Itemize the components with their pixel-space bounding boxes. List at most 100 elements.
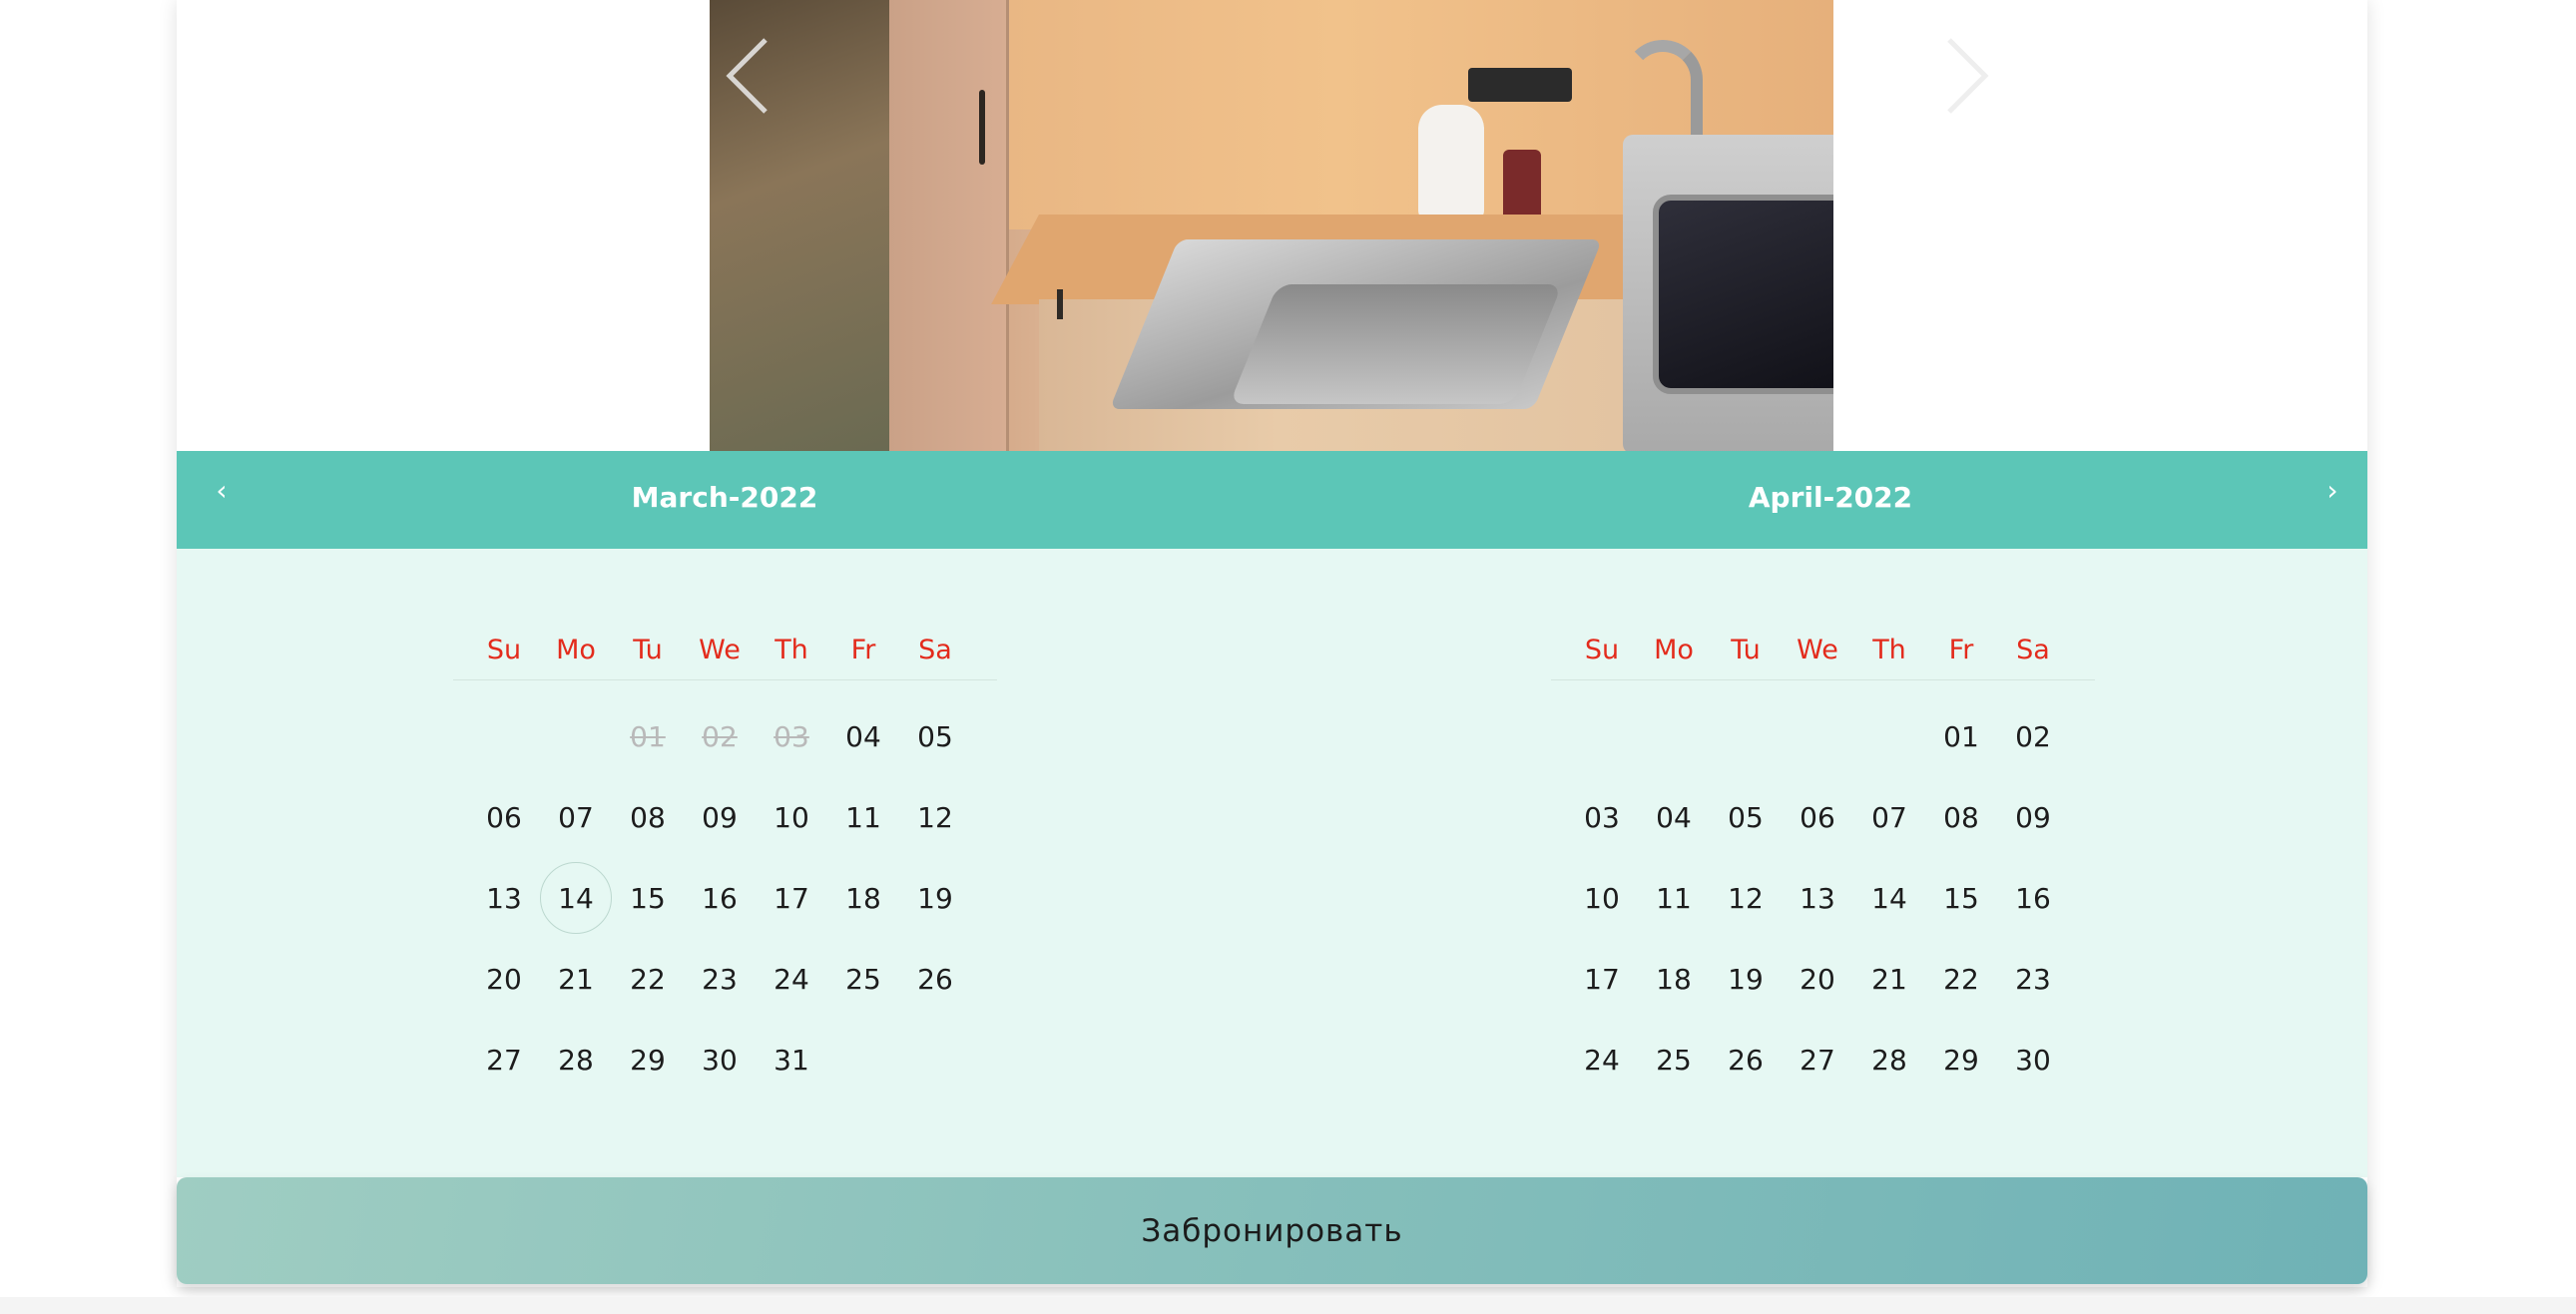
calendar-day[interactable]: 21 <box>1853 943 1925 1015</box>
calendar-day[interactable]: 23 <box>1997 943 2069 1015</box>
calendar-day[interactable]: 28 <box>540 1024 612 1095</box>
calendar-day: 02 <box>702 719 738 753</box>
week-row: 27 28 29 30 31 <box>453 1024 997 1104</box>
calendar-day[interactable]: 12 <box>899 781 971 853</box>
month-grid-march: Su Mo Tu We Th Fr Sa 01 02 03 04 05 06 07 08 09 10 11 12 13… <box>453 629 997 1104</box>
empty-day-cell <box>827 1024 899 1095</box>
chevron-left-icon <box>726 38 768 114</box>
calendar-day[interactable]: 10 <box>756 781 827 853</box>
slider-prev-button[interactable] <box>720 34 777 118</box>
calendar-day[interactable]: 26 <box>1710 1024 1782 1095</box>
calendar-day[interactable]: 25 <box>827 943 899 1015</box>
calendar-day[interactable]: 24 <box>1566 1024 1638 1095</box>
month-title: March-2022 <box>631 481 818 514</box>
calendar-day[interactable]: 17 <box>756 862 827 934</box>
calendar-day[interactable]: 19 <box>899 862 971 934</box>
calendar-day[interactable]: 02 <box>1997 700 2069 772</box>
calendar-prev-button[interactable]: ‹ <box>202 471 242 511</box>
weekday-label: Fr <box>850 635 876 665</box>
calendar-day: 01 <box>630 719 666 753</box>
calendar-day[interactable]: 04 <box>1638 781 1710 853</box>
calendar-day[interactable]: 14 <box>1853 862 1925 934</box>
week-row: 24 25 26 27 28 29 30 <box>1551 1024 2095 1104</box>
calendar-day[interactable]: 09 <box>684 781 756 853</box>
calendar-day[interactable]: 07 <box>1853 781 1925 853</box>
week-row: 13 14 15 16 17 18 19 <box>453 862 997 943</box>
weekday-label: Mo <box>556 635 596 665</box>
calendar-day[interactable]: 31 <box>756 1024 827 1095</box>
calendar-day[interactable]: 12 <box>1710 862 1782 934</box>
calendar-day[interactable]: 24 <box>756 943 827 1015</box>
calendar-next-button[interactable]: › <box>2313 471 2352 511</box>
page-bottom-edge <box>0 1297 2576 1314</box>
weekday-header-row: Su Mo Tu We Th Fr Sa <box>1551 629 2095 680</box>
calendar-day[interactable]: 16 <box>684 862 756 934</box>
calendar-day[interactable]: 14 <box>540 862 612 934</box>
calendar-day[interactable]: 21 <box>540 943 612 1015</box>
calendar-day[interactable]: 05 <box>1710 781 1782 853</box>
calendar-day[interactable]: 27 <box>468 1024 540 1095</box>
empty-day-cell <box>1638 700 1710 772</box>
calendar-day[interactable]: 28 <box>1853 1024 1925 1095</box>
slider-next-button[interactable] <box>1937 34 1995 118</box>
weekday-label: Fr <box>1948 635 1974 665</box>
weekday-label: Th <box>774 635 808 665</box>
calendar-day[interactable]: 20 <box>1782 943 1853 1015</box>
calendar-day[interactable]: 18 <box>1638 943 1710 1015</box>
calendar-day[interactable]: 13 <box>1782 862 1853 934</box>
weekday-label: Mo <box>1654 635 1694 665</box>
calendar-day[interactable]: 29 <box>612 1024 684 1095</box>
book-button[interactable]: Забронировать <box>177 1177 2367 1284</box>
calendar-day[interactable]: 30 <box>1997 1024 2069 1095</box>
calendar-day[interactable]: 09 <box>1997 781 2069 853</box>
calendar-day[interactable]: 04 <box>827 700 899 772</box>
calendar-day[interactable]: 11 <box>1638 862 1710 934</box>
weekday-label: We <box>699 635 741 665</box>
chevron-right-icon <box>1947 38 1989 114</box>
calendar-day[interactable]: 08 <box>612 781 684 853</box>
weekday-label: Sa <box>918 635 952 665</box>
calendar-day[interactable]: 16 <box>1997 862 2069 934</box>
calendar-day[interactable]: 22 <box>612 943 684 1015</box>
calendar-day[interactable]: 06 <box>1782 781 1853 853</box>
month-title: April-2022 <box>1748 481 1913 514</box>
calendar-day[interactable]: 06 <box>468 781 540 853</box>
calendar-day[interactable]: 25 <box>1638 1024 1710 1095</box>
calendar-day[interactable]: 30 <box>684 1024 756 1095</box>
calendar-day[interactable]: 20 <box>468 943 540 1015</box>
calendar-day[interactable]: 05 <box>899 700 971 772</box>
apartment-photo <box>710 0 1833 451</box>
calendar-day[interactable]: 23 <box>684 943 756 1015</box>
calendar-day[interactable]: 22 <box>1925 943 1997 1015</box>
calendar-day[interactable]: 07 <box>540 781 612 853</box>
calendar-day[interactable]: 11 <box>827 781 899 853</box>
chevron-left-icon: ‹ <box>216 474 228 507</box>
calendar-day[interactable]: 18 <box>827 862 899 934</box>
month-grid-april: Su Mo Tu We Th Fr Sa 01 02 03 04 05 06 07 08 09 10 11 12 13… <box>1551 629 2095 1104</box>
weekday-label: Su <box>486 635 522 665</box>
week-row: 03 04 05 06 07 08 09 <box>1551 781 2095 862</box>
calendar-day[interactable]: 26 <box>899 943 971 1015</box>
empty-day-cell <box>1782 700 1853 772</box>
calendar-day[interactable]: 17 <box>1566 943 1638 1015</box>
calendar-day[interactable]: 13 <box>468 862 540 934</box>
empty-day-cell <box>899 1024 971 1095</box>
calendar-day[interactable]: 01 <box>1925 700 1997 772</box>
week-row: 01 02 <box>1551 700 2095 781</box>
calendar-day[interactable]: 27 <box>1782 1024 1853 1095</box>
calendar-day[interactable]: 03 <box>1566 781 1638 853</box>
week-row: 20 21 22 23 24 25 26 <box>453 943 997 1024</box>
calendar-day[interactable]: 19 <box>1710 943 1782 1015</box>
weekday-label: Tu <box>633 635 663 665</box>
calendar-day[interactable]: 10 <box>1566 862 1638 934</box>
calendar-day[interactable]: 08 <box>1925 781 1997 853</box>
chevron-right-icon: › <box>2326 474 2338 507</box>
empty-day-cell <box>1566 700 1638 772</box>
weekday-label: Su <box>1584 635 1620 665</box>
calendar-day[interactable]: 15 <box>612 862 684 934</box>
weekday-label: Tu <box>1731 635 1761 665</box>
calendar-day[interactable]: 15 <box>1925 862 1997 934</box>
week-row: 10 11 12 13 14 15 16 <box>1551 862 2095 943</box>
empty-day-cell <box>1710 700 1782 772</box>
calendar-day[interactable]: 29 <box>1925 1024 1997 1095</box>
